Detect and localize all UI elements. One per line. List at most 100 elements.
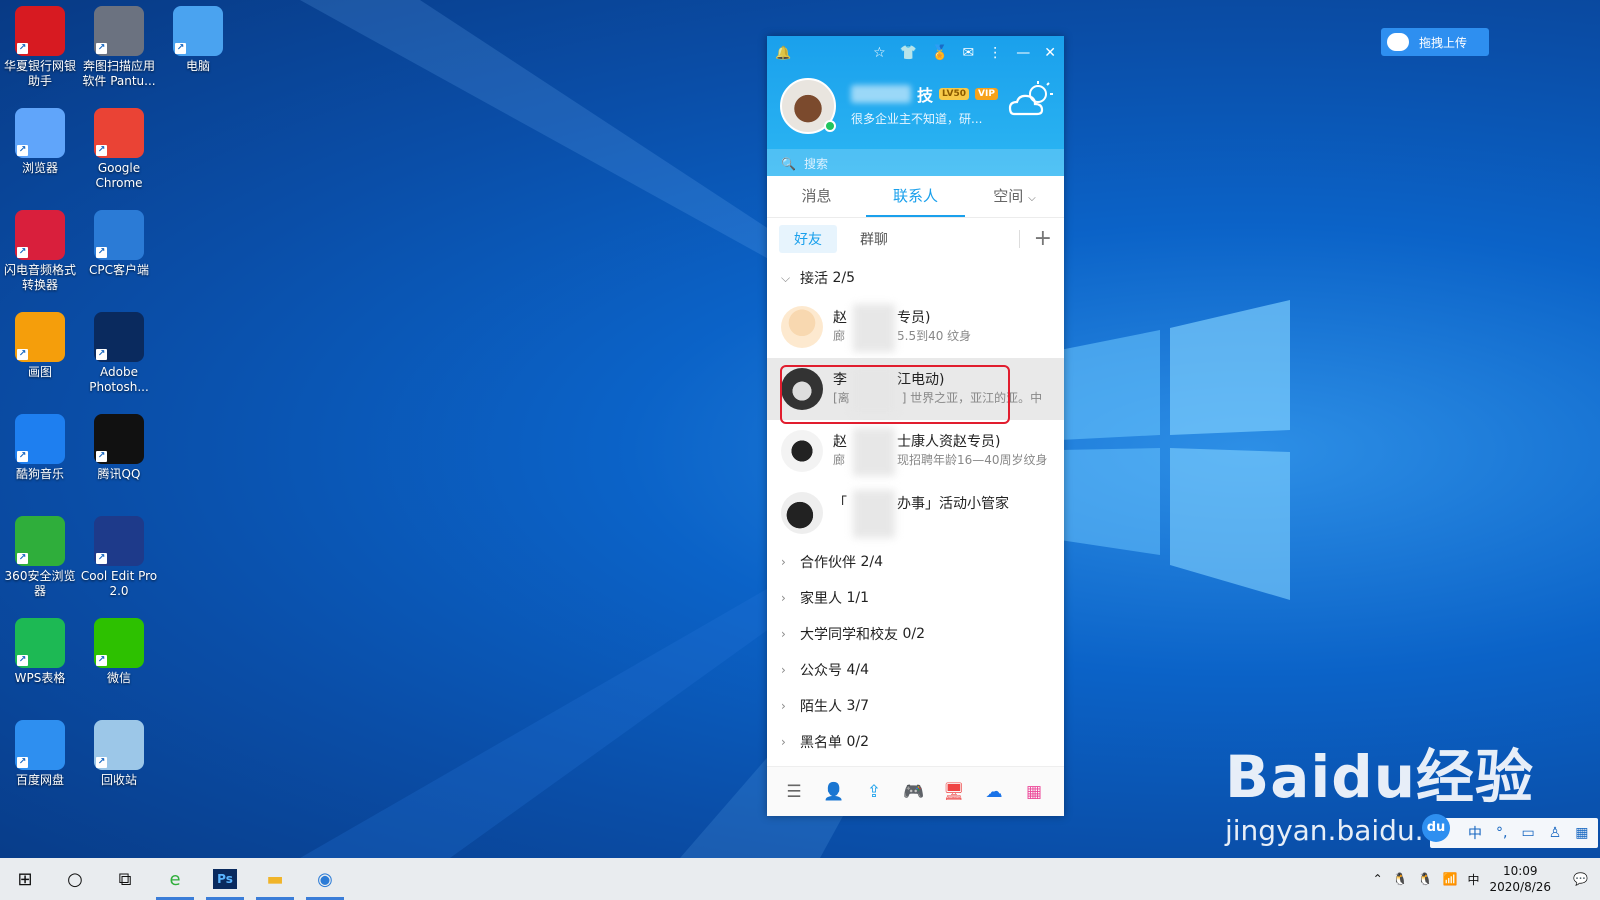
tab-qzone[interactable]: 空间 ⌵	[965, 176, 1064, 217]
clock[interactable]: 10:09 2020/8/26	[1490, 863, 1552, 895]
desktop-shortcut[interactable]: ↗ 酷狗音乐	[0, 414, 80, 482]
nickname[interactable]: 技 LV50 VIP	[851, 82, 998, 106]
file-transfer-icon[interactable]: ⇪	[863, 781, 885, 803]
desktop-shortcut[interactable]: ↗ 浏览器	[0, 108, 80, 176]
more-icon[interactable]: ⋮	[988, 45, 1002, 61]
bell-icon[interactable]: 🔔	[775, 46, 791, 61]
network-icon[interactable]: 📶	[1443, 872, 1458, 886]
search-input[interactable]	[803, 157, 1004, 171]
desktop-shortcut[interactable]: ↗ Cool Edit Pro 2.0	[79, 516, 159, 599]
shirt-icon[interactable]: 👕	[900, 45, 917, 61]
contact-avatar[interactable]	[781, 430, 823, 472]
desktop-shortcut[interactable]: ↗ Google Chrome	[79, 108, 159, 191]
desktop-shortcut-label: 微信	[106, 671, 131, 685]
mail-icon[interactable]: ✉	[963, 45, 975, 61]
contact-name-tail: 专员)	[897, 310, 931, 326]
user-icon[interactable]: ♙	[1549, 825, 1562, 841]
keyboard-icon[interactable]: ▭	[1521, 825, 1534, 841]
weiyun-icon[interactable]: ☁	[983, 781, 1005, 803]
close-icon[interactable]: ✕	[1044, 45, 1056, 61]
contact-group[interactable]: › 家里人 1/1	[767, 580, 1064, 616]
desktop-shortcut[interactable]: ↗ 华夏银行网银助手	[0, 6, 80, 89]
search-bar[interactable]: 🔍	[767, 149, 1064, 179]
desktop-shortcut[interactable]: ↗ 闪电音频格式转换器	[0, 210, 80, 293]
tab-messages[interactable]: 消息	[767, 176, 866, 217]
contact-avatar[interactable]	[781, 306, 823, 348]
taskbar-360-browser[interactable]: e	[150, 858, 200, 900]
shortcut-arrow-icon: ↗	[17, 655, 28, 666]
wps-sheet-icon: ↗	[15, 618, 65, 668]
group-label: 黑名单	[800, 735, 842, 751]
shortcut-arrow-icon: ↗	[96, 349, 107, 360]
vip-badge[interactable]: VIP	[975, 88, 998, 100]
chevron-up-icon[interactable]: ⌃	[1373, 872, 1383, 886]
online-status-icon[interactable]	[824, 120, 836, 132]
desktop-shortcut[interactable]: ↗ CPC客户端	[79, 210, 159, 278]
medal-icon[interactable]: 🏅	[931, 45, 948, 61]
qq-tray-icon[interactable]: 🐧	[1393, 872, 1408, 886]
qq-tray-icon-2[interactable]: 🐧	[1418, 872, 1433, 886]
add-friend-icon[interactable]: 👤	[823, 781, 845, 803]
desktop-shortcut[interactable]: ↗ 360安全浏览器	[0, 516, 80, 599]
level-badge[interactable]: LV50	[939, 88, 970, 100]
watermark-brand: Bai	[1225, 743, 1332, 811]
desktop-shortcut[interactable]: ↗ 画图	[0, 312, 80, 380]
add-icon[interactable]: +	[1034, 228, 1052, 250]
desktop-shortcut[interactable]: ↗ 电脑	[158, 6, 238, 74]
subtab-friends[interactable]: 好友	[779, 225, 837, 253]
input-language[interactable]: 中	[1468, 871, 1480, 888]
chevron-down-icon: ⌵	[781, 270, 791, 285]
contact-group[interactable]: › 陌生人 3/7	[767, 688, 1064, 724]
grid-icon[interactable]: ▦	[1575, 825, 1588, 841]
desktop-shortcut[interactable]: ↗ Adobe Photosh...	[79, 312, 159, 395]
contact-group[interactable]: › 合作伙伴 2/4	[767, 544, 1064, 580]
desktop-shortcut-label: 360安全浏览器	[4, 569, 76, 598]
drag-upload-button[interactable]: 拖拽上传	[1381, 28, 1489, 56]
contact-row[interactable]: 赵 专员) 廊 5.5到40 纹身	[767, 296, 1064, 358]
ime-language[interactable]: 中	[1468, 823, 1482, 843]
taskbar-photoshop[interactable]: Ps	[200, 858, 250, 900]
desktop-shortcut[interactable]: ↗ WPS表格	[0, 618, 80, 686]
tencent-video-icon[interactable]: 🖥	[943, 781, 965, 803]
taskbar-cpc-client[interactable]: ◉	[300, 858, 350, 900]
weather-icon[interactable]	[1006, 80, 1054, 120]
subtab-groups[interactable]: 群聊	[845, 225, 903, 253]
star-icon[interactable]: ☆	[873, 45, 886, 61]
baidu-ime-icon[interactable]: du	[1422, 814, 1450, 842]
taskbar-file-explorer[interactable]: ▬	[250, 858, 300, 900]
chevron-right-icon: ›	[781, 555, 786, 569]
task-view-icon[interactable]: ⧉	[100, 858, 150, 900]
minimize-icon[interactable]: —	[1016, 45, 1030, 61]
baidu-netdisk-icon: ↗	[15, 720, 65, 770]
contact-group[interactable]: › 公众号 4/4	[767, 652, 1064, 688]
browser-icon: ↗	[15, 108, 65, 158]
contact-row[interactable]: 「 办事」活动小管家	[767, 482, 1064, 544]
shortcut-arrow-icon: ↗	[96, 43, 107, 54]
game-icon[interactable]: 🎮	[903, 781, 925, 803]
group-expanded[interactable]: ⌵ 接活 2/5	[767, 260, 1064, 296]
notification-icon[interactable]: 💬	[1573, 872, 1588, 886]
chrome-icon: ↗	[94, 108, 144, 158]
menu-icon[interactable]: ☰	[783, 781, 805, 803]
contact-group[interactable]: › 黑名单 0/2	[767, 724, 1064, 760]
contact-row[interactable]: 赵 士康人资赵专员) 廊 现招聘年龄16—40周岁纹身	[767, 420, 1064, 482]
main-tabs: 消息 联系人 空间 ⌵	[767, 176, 1064, 218]
punctuation-icon[interactable]: °,	[1496, 825, 1507, 841]
start-button[interactable]: ⊞	[0, 858, 50, 900]
signature[interactable]: 很多企业主不知道，研...	[851, 110, 982, 127]
contact-name-tail: 办事」活动小管家	[897, 496, 1009, 512]
shortcut-arrow-icon: ↗	[96, 451, 107, 462]
desktop-shortcut[interactable]: ↗ 奔图扫描应用软件 Pantu...	[79, 6, 159, 89]
desktop-shortcut[interactable]: ↗ 回收站	[79, 720, 159, 788]
ime-toolbar[interactable]: du 中 °, ▭ ♙ ▦	[1422, 814, 1598, 848]
desktop-shortcut[interactable]: ↗ 微信	[79, 618, 159, 686]
tab-contacts[interactable]: 联系人	[866, 176, 965, 217]
app-grid-icon[interactable]: ▦	[1023, 781, 1045, 803]
chevron-right-icon: ›	[781, 627, 786, 641]
desktop-shortcut[interactable]: ↗ 百度网盘	[0, 720, 80, 788]
desktop-shortcut[interactable]: ↗ 腾讯QQ	[79, 414, 159, 482]
contact-group[interactable]: › 大学同学和校友 0/2	[767, 616, 1064, 652]
message-tail: 现招聘年龄16—40周岁纹身	[897, 453, 1048, 467]
cortana-search-icon[interactable]: ○	[50, 858, 100, 900]
contact-avatar[interactable]	[781, 492, 823, 534]
